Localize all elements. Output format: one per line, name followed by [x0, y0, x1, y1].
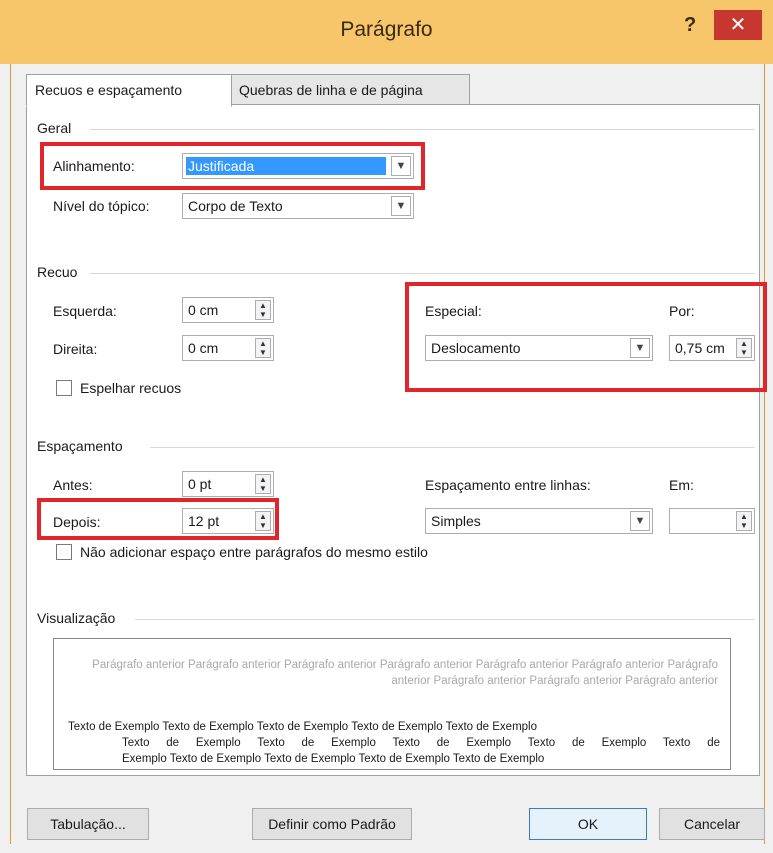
- space-before-label: Antes:: [53, 477, 93, 493]
- cancel-button[interactable]: Cancelar: [659, 808, 765, 840]
- line-spacing-label: Espaçamento entre linhas:: [425, 477, 591, 493]
- outline-level-value: Corpo de Texto: [188, 198, 283, 214]
- chevron-down-icon[interactable]: ▼: [630, 511, 650, 531]
- preview-sample-text: Texto de Exemplo Texto de Exemplo Texto …: [68, 719, 720, 767]
- space-before-value: 0 pt: [188, 476, 212, 492]
- tab-label: Quebras de linha e de página: [239, 82, 423, 98]
- set-default-button[interactable]: Definir como Padrão: [252, 808, 412, 840]
- no-space-label: Não adicionar espaço entre parágrafos do…: [80, 544, 428, 560]
- line-spacing-value: Simples: [431, 513, 481, 529]
- indent-right-input[interactable]: 0 cm ▲ ▼: [182, 335, 274, 361]
- line-spacing-select[interactable]: Simples ▼: [425, 508, 653, 534]
- tab-label: Recuos e espaçamento: [35, 82, 183, 98]
- tabs-button[interactable]: Tabulação...: [27, 808, 149, 840]
- section-geral: Geral: [37, 120, 72, 136]
- preview-line: Texto de Exemplo Texto de Exemplo Texto …: [122, 737, 720, 749]
- close-button[interactable]: ✕: [714, 10, 762, 40]
- section-espacamento: Espaçamento: [37, 438, 123, 454]
- mirror-indents-label: Espelhar recuos: [80, 380, 182, 396]
- indent-left-label: Esquerda:: [53, 303, 117, 319]
- tab-recuos-espacamento[interactable]: Recuos e espaçamento: [26, 74, 232, 107]
- section-visualizacao: Visualização: [37, 610, 116, 626]
- annotation-highlight: [40, 142, 425, 190]
- section-recuo: Recuo: [37, 264, 78, 280]
- spinner-icon[interactable]: ▲ ▼: [736, 511, 752, 531]
- outline-level-select[interactable]: Corpo de Texto ▼: [182, 193, 414, 219]
- preview-box: Parágrafo anterior Parágrafo anterior Pa…: [53, 638, 731, 770]
- divider: [90, 129, 755, 130]
- space-before-input[interactable]: 0 pt ▲ ▼: [182, 471, 274, 497]
- outline-level-label: Nível do tópico:: [53, 198, 150, 214]
- chevron-down-icon[interactable]: ▼: [391, 196, 411, 216]
- divider: [90, 273, 755, 274]
- tab-quebras[interactable]: Quebras de linha e de página: [230, 74, 470, 106]
- divider: [150, 447, 755, 448]
- indent-right-value: 0 cm: [188, 340, 219, 356]
- indent-right-label: Direita:: [53, 341, 98, 357]
- mirror-indents-checkbox[interactable]: [56, 380, 72, 396]
- annotation-highlight: [37, 498, 279, 540]
- indent-left-value: 0 cm: [188, 302, 219, 318]
- preview-previous-paragraph: Parágrafo anterior Parágrafo anterior Pa…: [92, 659, 718, 687]
- at-input[interactable]: ▲ ▼: [669, 508, 755, 534]
- spinner-icon[interactable]: ▲ ▼: [255, 300, 271, 320]
- no-space-checkbox[interactable]: [56, 544, 72, 560]
- at-label: Em:: [669, 477, 694, 493]
- dialog-title: Parágrafo: [340, 18, 433, 41]
- spinner-icon[interactable]: ▲ ▼: [255, 474, 271, 494]
- annotation-highlight: [405, 282, 767, 392]
- help-button[interactable]: ?: [684, 14, 696, 37]
- spinner-icon[interactable]: ▲ ▼: [255, 338, 271, 358]
- indent-left-input[interactable]: 0 cm ▲ ▼: [182, 297, 274, 323]
- preview-line: Texto de Exemplo Texto de Exemplo Texto …: [68, 721, 538, 733]
- ok-button[interactable]: OK: [529, 808, 647, 840]
- divider: [135, 619, 755, 620]
- preview-line: Exemplo Texto de Exemplo Texto de Exempl…: [122, 753, 545, 765]
